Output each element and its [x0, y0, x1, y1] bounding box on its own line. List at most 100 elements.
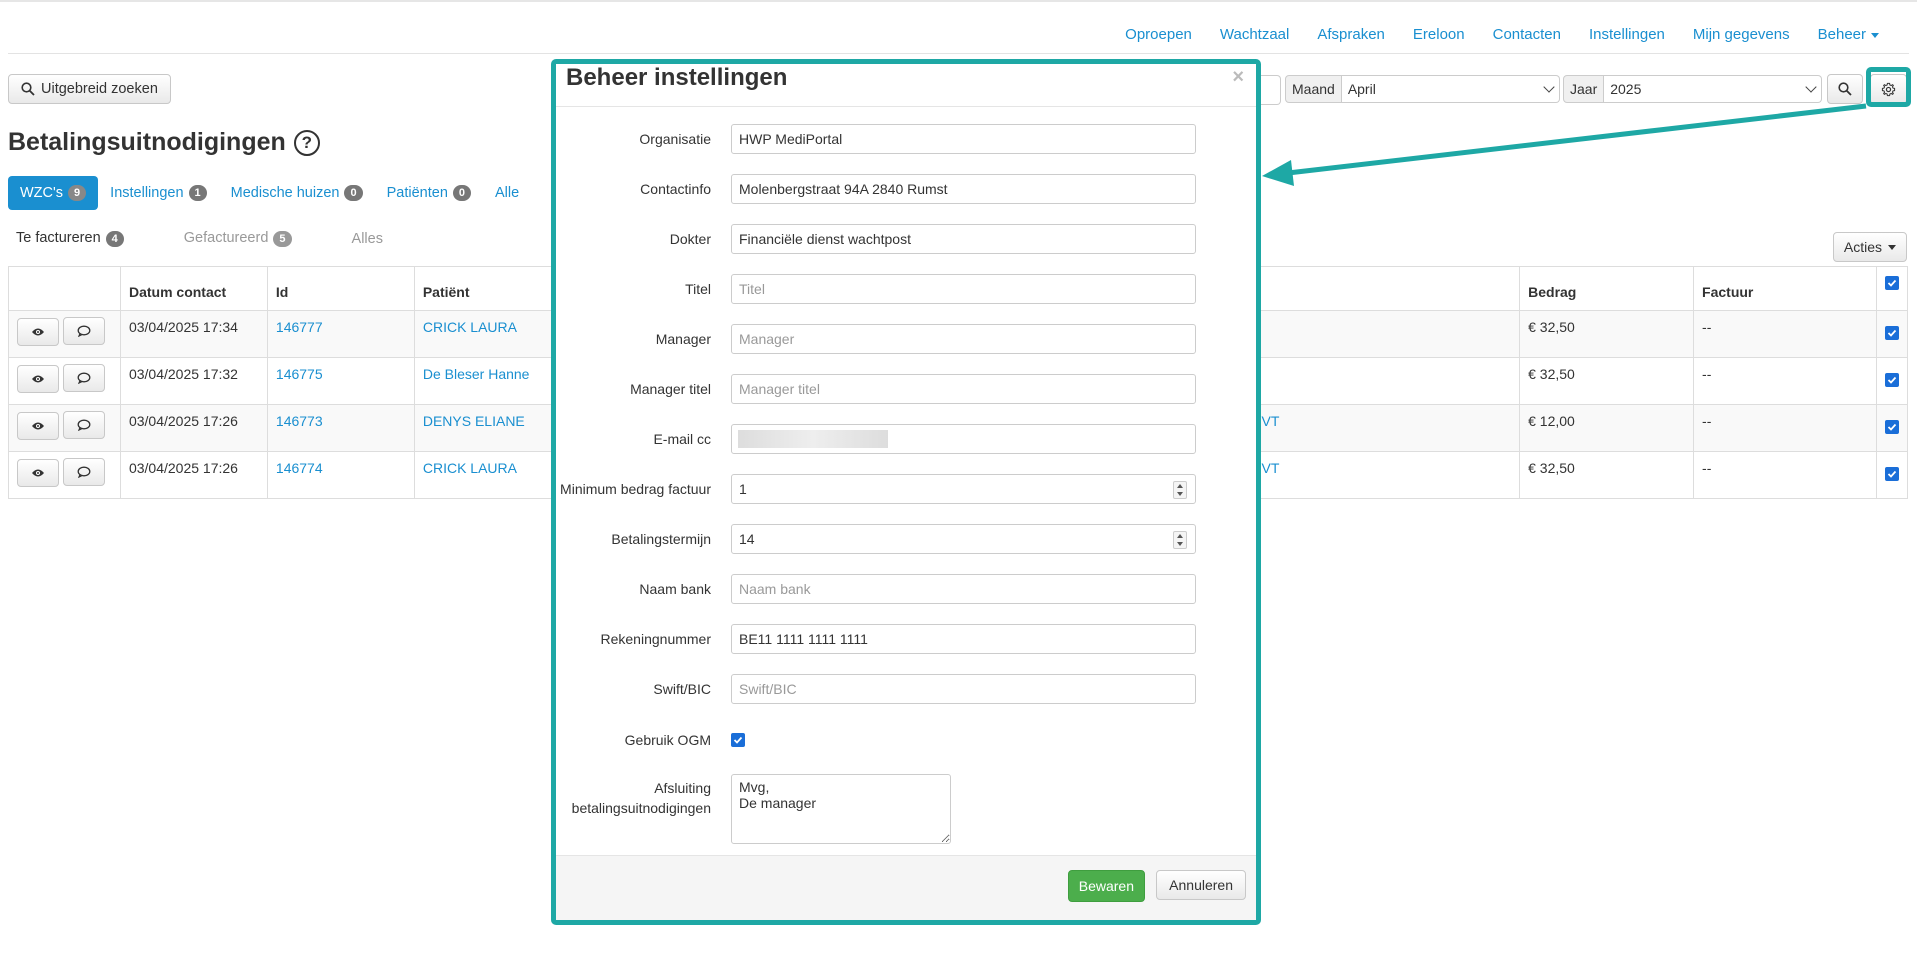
- gear-icon: [1881, 82, 1896, 96]
- nav-mijn-gegevens[interactable]: Mijn gegevens: [1693, 26, 1790, 43]
- comment-button[interactable]: [63, 411, 105, 439]
- minimum-bedrag-input[interactable]: 1: [731, 474, 1196, 504]
- minimum-bedrag-value: 1: [739, 481, 747, 497]
- betalingstermijn-input[interactable]: 14: [731, 524, 1196, 554]
- search-icon: [1838, 82, 1852, 96]
- cell-id[interactable]: 146774: [266, 451, 415, 499]
- subtab-alles[interactable]: Alles: [344, 231, 391, 247]
- tab-patienten[interactable]: Patiënten 0: [375, 176, 483, 210]
- header-amount[interactable]: Bedrag: [1519, 266, 1695, 311]
- cell-amount: € 32,50: [1519, 451, 1695, 499]
- patient-link[interactable]: CRICK LAURA: [423, 319, 517, 335]
- email-cc-input[interactable]: [731, 424, 1196, 454]
- manager-input[interactable]: [731, 324, 1196, 354]
- rekeningnummer-input[interactable]: [731, 624, 1196, 654]
- subtab-label: Te factureren: [16, 230, 101, 246]
- row-actions: [8, 310, 121, 358]
- nav-contacten[interactable]: Contacten: [1493, 26, 1561, 43]
- actions-label: Acties: [1843, 239, 1882, 255]
- search-button[interactable]: [1827, 74, 1863, 104]
- chevron-down-icon: [1543, 81, 1555, 93]
- month-select[interactable]: April: [1341, 75, 1560, 103]
- row-checkbox[interactable]: [1884, 326, 1899, 340]
- gebruik-ogm-checkbox[interactable]: [731, 733, 745, 747]
- row-actions: [8, 451, 121, 499]
- row-checkbox[interactable]: [1884, 420, 1899, 434]
- comment-icon: [77, 325, 91, 337]
- subtab-gefactureerd[interactable]: Gefactureerd 5: [176, 230, 300, 247]
- cell-date: 03/04/2025 17:26: [119, 404, 268, 452]
- view-button[interactable]: [17, 459, 59, 487]
- nav-beheer-label: Beheer: [1817, 26, 1866, 43]
- header-date[interactable]: Datum contact: [119, 266, 268, 311]
- close-icon[interactable]: ×: [1232, 66, 1244, 89]
- number-spinner-icon[interactable]: [1173, 531, 1187, 549]
- organisatie-input[interactable]: [731, 124, 1196, 154]
- cell-invoice: --: [1693, 310, 1877, 358]
- cell-amount: € 32,50: [1519, 357, 1695, 405]
- page-title-text: Betalingsuitnodigingen: [8, 128, 286, 156]
- nav-afspraken[interactable]: Afspraken: [1317, 26, 1385, 43]
- eye-icon: [32, 328, 44, 336]
- header-select-all[interactable]: [1875, 266, 1909, 311]
- row-actions: [8, 357, 121, 405]
- view-button[interactable]: [17, 412, 59, 440]
- tab-label: Patiënten: [386, 185, 448, 201]
- cell-id[interactable]: 146773: [266, 404, 415, 452]
- view-button[interactable]: [17, 365, 59, 393]
- modal-divider: [556, 106, 1256, 107]
- row-checkbox[interactable]: [1884, 373, 1899, 387]
- nav-oproepen[interactable]: Oproepen: [1125, 26, 1192, 43]
- patient-link[interactable]: CRICK LAURA: [423, 460, 517, 476]
- number-spinner-icon[interactable]: [1173, 481, 1187, 499]
- tab-label: Medische huizen: [230, 185, 340, 201]
- cell-select: [1875, 357, 1909, 405]
- nav-wachtzaal[interactable]: Wachtzaal: [1220, 26, 1289, 43]
- advanced-search-button[interactable]: Uitgebreid zoeken: [8, 74, 171, 104]
- row-checkbox[interactable]: [1884, 467, 1899, 481]
- cell-id[interactable]: 146775: [266, 357, 415, 405]
- nav-instellingen[interactable]: Instellingen: [1589, 26, 1665, 43]
- settings-button[interactable]: [1870, 74, 1907, 104]
- field-label: Manager: [655, 331, 711, 347]
- dokter-input[interactable]: [731, 224, 1196, 254]
- partial-link[interactable]: VT: [1262, 413, 1280, 429]
- field-label: Manager titel: [630, 381, 711, 397]
- patient-link[interactable]: De Bleser Hanne: [423, 366, 530, 382]
- patient-link[interactable]: DENYS ELIANE: [423, 413, 525, 429]
- help-icon[interactable]: ?: [293, 129, 320, 156]
- afsluiting-textarea[interactable]: Mvg, De manager: [731, 774, 951, 844]
- search-icon: [21, 82, 35, 96]
- caret-down-icon: [1871, 32, 1879, 38]
- nav-beheer-dropdown[interactable]: Beheer: [1818, 26, 1879, 43]
- swift-input[interactable]: [731, 674, 1196, 704]
- contactinfo-input[interactable]: [731, 174, 1196, 204]
- subtab-te-factureren[interactable]: Te factureren 4: [8, 230, 132, 247]
- cancel-button[interactable]: Annuleren: [1156, 870, 1246, 900]
- titel-input[interactable]: [731, 274, 1196, 304]
- search-input-edge[interactable]: [1260, 75, 1281, 105]
- select-all-checkbox[interactable]: [1884, 276, 1899, 290]
- comment-button[interactable]: [63, 364, 105, 392]
- field-label: Contactinfo: [640, 181, 711, 197]
- save-button[interactable]: Bewaren: [1067, 870, 1145, 902]
- help-symbol: ?: [301, 132, 312, 152]
- cell-invoice: --: [1693, 404, 1877, 452]
- caret-down-icon: [1888, 244, 1896, 250]
- partial-link[interactable]: VT: [1262, 460, 1280, 476]
- cell-id[interactable]: 146777: [266, 310, 415, 358]
- actions-dropdown-button[interactable]: Acties: [1832, 232, 1907, 262]
- header-id[interactable]: Id: [266, 266, 415, 311]
- header-invoice[interactable]: Factuur: [1693, 266, 1877, 311]
- tab-instellingen[interactable]: Instellingen 1: [98, 176, 218, 210]
- tab-alle[interactable]: Alle: [483, 176, 531, 210]
- tab-wzcs[interactable]: WZC's 9: [8, 176, 99, 210]
- nav-ereloon[interactable]: Ereloon: [1413, 26, 1465, 43]
- naam-bank-input[interactable]: [731, 574, 1196, 604]
- comment-button[interactable]: [63, 317, 105, 345]
- comment-button[interactable]: [63, 458, 105, 486]
- manager-titel-input[interactable]: [731, 374, 1196, 404]
- view-button[interactable]: [17, 318, 59, 346]
- tab-medische-huizen[interactable]: Medische huizen 0: [219, 176, 375, 210]
- year-select[interactable]: 2025: [1604, 75, 1823, 103]
